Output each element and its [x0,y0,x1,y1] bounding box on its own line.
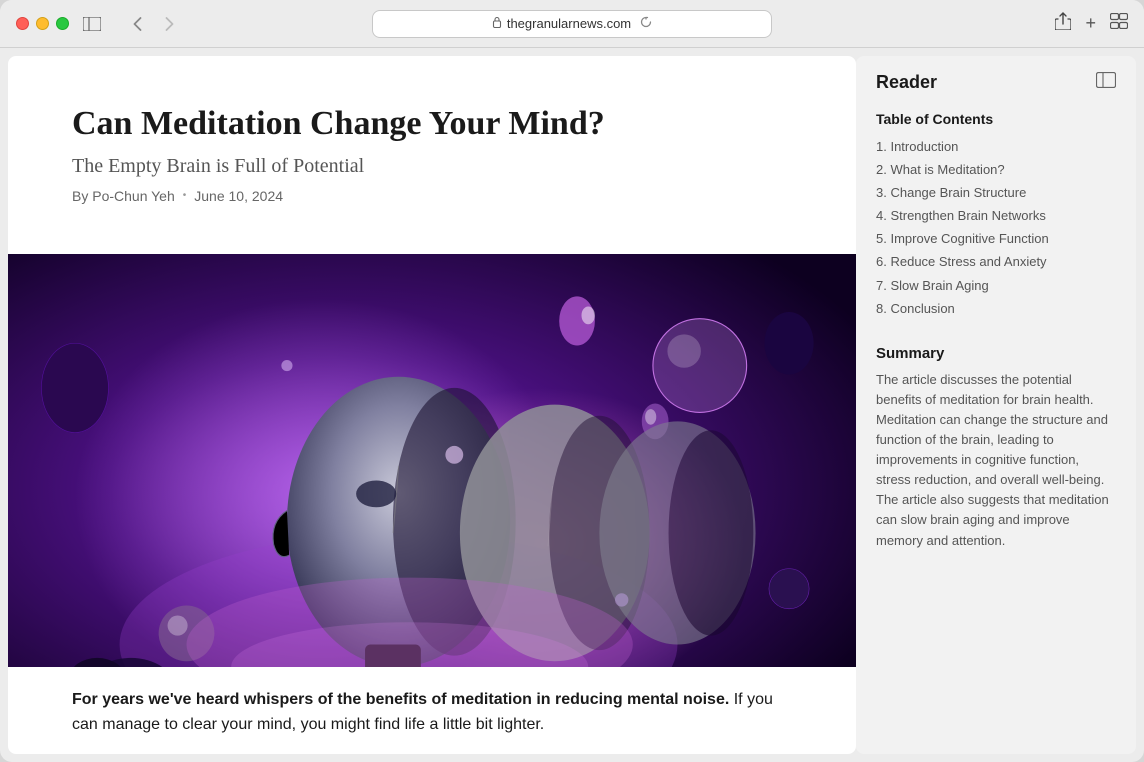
article-panel: Can Meditation Change Your Mind? The Emp… [8,56,856,754]
forward-button[interactable] [155,13,183,35]
reload-icon[interactable] [640,16,652,31]
toc-item-2[interactable]: 2. What is Meditation? [876,158,1116,181]
reader-view-icon[interactable] [1096,72,1116,93]
share-icon[interactable] [1055,12,1071,35]
summary-text: The article discusses the potential bene… [876,370,1116,551]
article-date: June 10, 2024 [194,188,283,204]
minimize-button[interactable] [36,17,49,30]
meta-separator: • [183,190,187,201]
article-hero-image [8,254,856,667]
titlebar-center: thegranularnews.com [224,10,920,38]
toc-item-7[interactable]: 7. Slow Brain Aging [876,274,1116,297]
article-meta: By Po-Chun Yeh • June 10, 2024 [72,188,792,204]
traffic-lights [16,17,69,30]
titlebar-right: + [928,12,1128,35]
toc-item-5[interactable]: 5. Improve Cognitive Function [876,228,1116,251]
main-content: Can Meditation Change Your Mind? The Emp… [0,48,1144,762]
article-author: By Po-Chun Yeh [72,188,175,204]
lock-icon [492,16,502,31]
back-button[interactable] [123,13,151,35]
table-of-contents: Table of Contents 1. Introduction 2. Wha… [876,111,1116,321]
article-title: Can Meditation Change Your Mind? [72,104,792,145]
article-header: Can Meditation Change Your Mind? The Emp… [8,56,856,254]
article-subtitle: The Empty Brain is Full of Potential [72,155,792,178]
titlebar-left [16,13,216,35]
article-body-bold: For years we've heard whispers of the be… [72,691,729,708]
toc-item-6[interactable]: 6. Reduce Stress and Anxiety [876,251,1116,274]
summary-heading: Summary [876,345,1116,362]
url-text: thegranularnews.com [507,16,631,31]
reader-panel: Reader Table of Contents 1. Introduction… [856,56,1136,754]
reader-header: Reader [876,72,1116,93]
article-body-text: For years we've heard whispers of the be… [72,687,792,738]
toc-item-3[interactable]: 3. Change Brain Structure [876,181,1116,204]
reader-panel-title: Reader [876,72,937,93]
toc-item-4[interactable]: 4. Strengthen Brain Networks [876,205,1116,228]
close-button[interactable] [16,17,29,30]
url-bar[interactable]: thegranularnews.com [372,10,772,38]
new-tab-icon[interactable]: + [1085,13,1096,34]
toc-item-1[interactable]: 1. Introduction [876,135,1116,158]
toc-item-8[interactable]: 8. Conclusion [876,297,1116,320]
article-body-preview: For years we've heard whispers of the be… [8,667,856,754]
nav-buttons [123,13,183,35]
maximize-button[interactable] [56,17,69,30]
browser-window: thegranularnews.com + [0,0,1144,762]
titlebar: thegranularnews.com + [0,0,1144,48]
tab-overview-icon[interactable] [1110,13,1128,34]
sidebar-toggle-icon[interactable] [81,13,103,35]
summary-section: Summary The article discusses the potent… [876,345,1116,551]
toc-heading: Table of Contents [876,111,1116,127]
